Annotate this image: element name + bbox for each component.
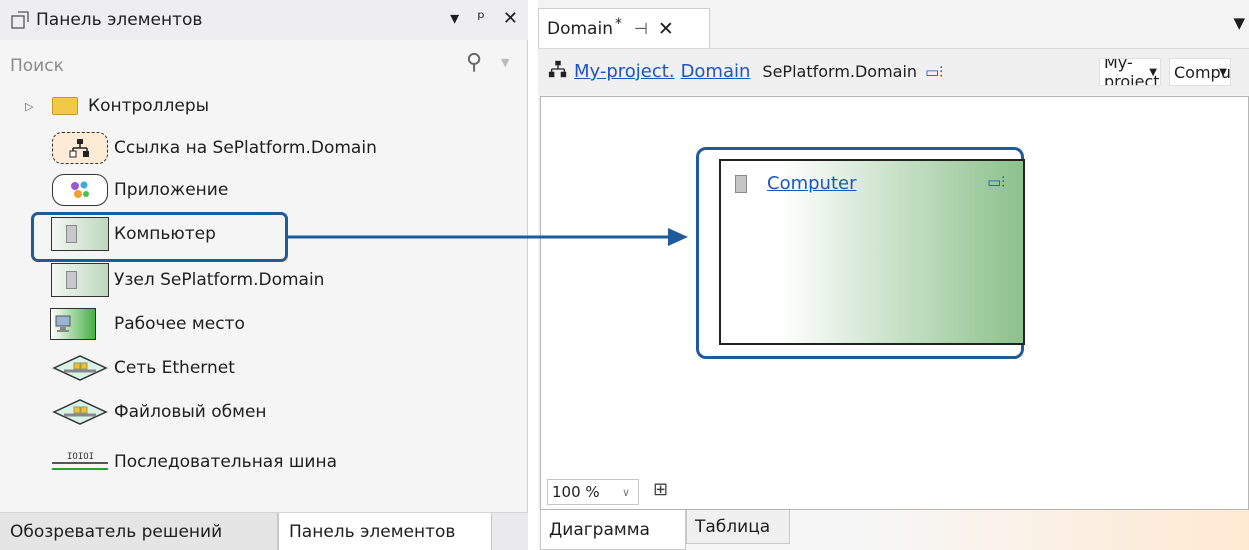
node-title-link[interactable]: Computer <box>767 173 856 194</box>
tab-diagram[interactable]: Диаграмма <box>540 510 686 550</box>
toolbox-header: Панель элементов ▾ ᵖ ✕ <box>0 0 528 40</box>
tab-solution-explorer[interactable]: Обозреватель решений <box>0 513 278 550</box>
search-options-icon[interactable]: ▼ <box>501 56 509 69</box>
project-dropdown[interactable]: My-project ▼ <box>1099 58 1161 86</box>
diagram-canvas[interactable]: Computer ▭⫶ 100 % ∨ ⊞ <box>540 96 1249 510</box>
workplace-icon <box>50 308 96 340</box>
tab-domain[interactable]: Domain * ⊣ ✕ <box>538 8 710 48</box>
chevron-down-icon: ▼ <box>1219 66 1227 78</box>
file-exchange-icon <box>52 399 108 425</box>
tree-item-domain-node[interactable]: Узел SePlatform.Domain <box>0 260 520 300</box>
tree-item-serial-bus[interactable]: IOIOI Последовательная шина <box>0 442 520 482</box>
document-tab-strip: Domain * ⊣ ✕ ▼ <box>538 0 1249 48</box>
search-input[interactable] <box>10 52 450 80</box>
tab-table[interactable]: Таблица <box>686 510 790 544</box>
zoom-select[interactable]: 100 % ∨ <box>547 479 639 505</box>
tree-item-label: Ссылка на SePlatform.Domain <box>114 138 377 158</box>
svg-text:IOIOI: IOIOI <box>67 452 94 462</box>
pin-icon[interactable]: ⊣ <box>634 19 648 38</box>
tree-item-application[interactable]: Приложение <box>0 170 520 210</box>
toolbox-title: Панель элементов <box>36 10 203 30</box>
properties-icon[interactable]: ▭⫶ <box>987 173 1005 191</box>
toolbox-bottom-tabs: Обозреватель решений Панель элементов <box>0 512 528 550</box>
serial-bus-icon: IOIOI <box>52 452 108 470</box>
search-icon[interactable]: ⚲ <box>466 50 482 75</box>
computer-node[interactable]: Computer ▭⫶ <box>719 159 1025 345</box>
tree-item-ethernet[interactable]: Сеть Ethernet <box>0 348 520 388</box>
toolbox-icon <box>11 11 29 29</box>
breadcrumb-type-label: SePlatform.Domain <box>762 62 918 81</box>
zoom-value: 100 % <box>552 483 600 501</box>
tree-item-controllers[interactable]: ▷ Контроллеры <box>0 86 520 126</box>
domain-link-icon <box>52 132 108 164</box>
tree-item-label: Сеть Ethernet <box>114 358 235 378</box>
document-area: Domain * ⊣ ✕ ▼ My-project. Domain SePlat… <box>538 0 1249 550</box>
breadcrumb-project-link[interactable]: My-project. <box>574 61 675 82</box>
folder-icon <box>52 97 78 115</box>
tree-item-label: Контроллеры <box>88 96 210 116</box>
pin-icon[interactable]: ᵖ <box>477 8 485 29</box>
grid-toggle-icon[interactable]: ⊞ <box>653 479 668 500</box>
search-row: ⚲ ▼ <box>0 48 528 84</box>
tab-toolbox[interactable]: Панель элементов <box>278 513 492 550</box>
tree-item-domain-link[interactable]: Ссылка на SePlatform.Domain <box>0 128 520 168</box>
tab-title: Domain <box>547 18 613 39</box>
domain-hierarchy-icon <box>548 59 568 84</box>
view-tabs: Диаграмма Таблица <box>538 510 1249 550</box>
tab-list-menu-icon[interactable]: ▼ <box>1233 14 1245 32</box>
chevron-down-icon: ∨ <box>621 485 630 499</box>
properties-icon[interactable]: ▭⫶ <box>925 63 943 81</box>
chevron-down-icon: ▼ <box>1149 66 1157 78</box>
dropdown-menu-icon[interactable]: ▾ <box>450 8 459 29</box>
ethernet-network-icon <box>52 355 108 381</box>
tree-item-label: Узел SePlatform.Domain <box>114 270 325 290</box>
breadcrumb-domain-link[interactable]: Domain <box>681 61 751 82</box>
node-dropdown[interactable]: Computer ▼ <box>1169 58 1231 86</box>
domain-node-icon <box>51 263 109 297</box>
modified-mark: * <box>614 15 622 32</box>
tree-item-label: Приложение <box>114 180 229 200</box>
selection-highlight <box>31 212 288 262</box>
close-icon[interactable]: ✕ <box>503 8 518 29</box>
close-icon[interactable]: ✕ <box>658 18 674 40</box>
tree-item-file-exchange[interactable]: Файловый обмен <box>0 392 520 432</box>
tree-item-label: Файловый обмен <box>114 402 267 422</box>
toolbox-panel: Панель элементов ▾ ᵖ ✕ ⚲ ▼ ▷ Контроллеры <box>0 0 528 550</box>
tree-item-label: Последовательная шина <box>114 452 337 472</box>
application-icon <box>52 174 108 206</box>
computer-icon <box>735 175 747 193</box>
tree-item-workplace[interactable]: Рабочее место <box>0 304 520 344</box>
expand-caret-icon[interactable]: ▷ <box>25 100 33 113</box>
tree-item-label: Рабочее место <box>114 314 245 334</box>
